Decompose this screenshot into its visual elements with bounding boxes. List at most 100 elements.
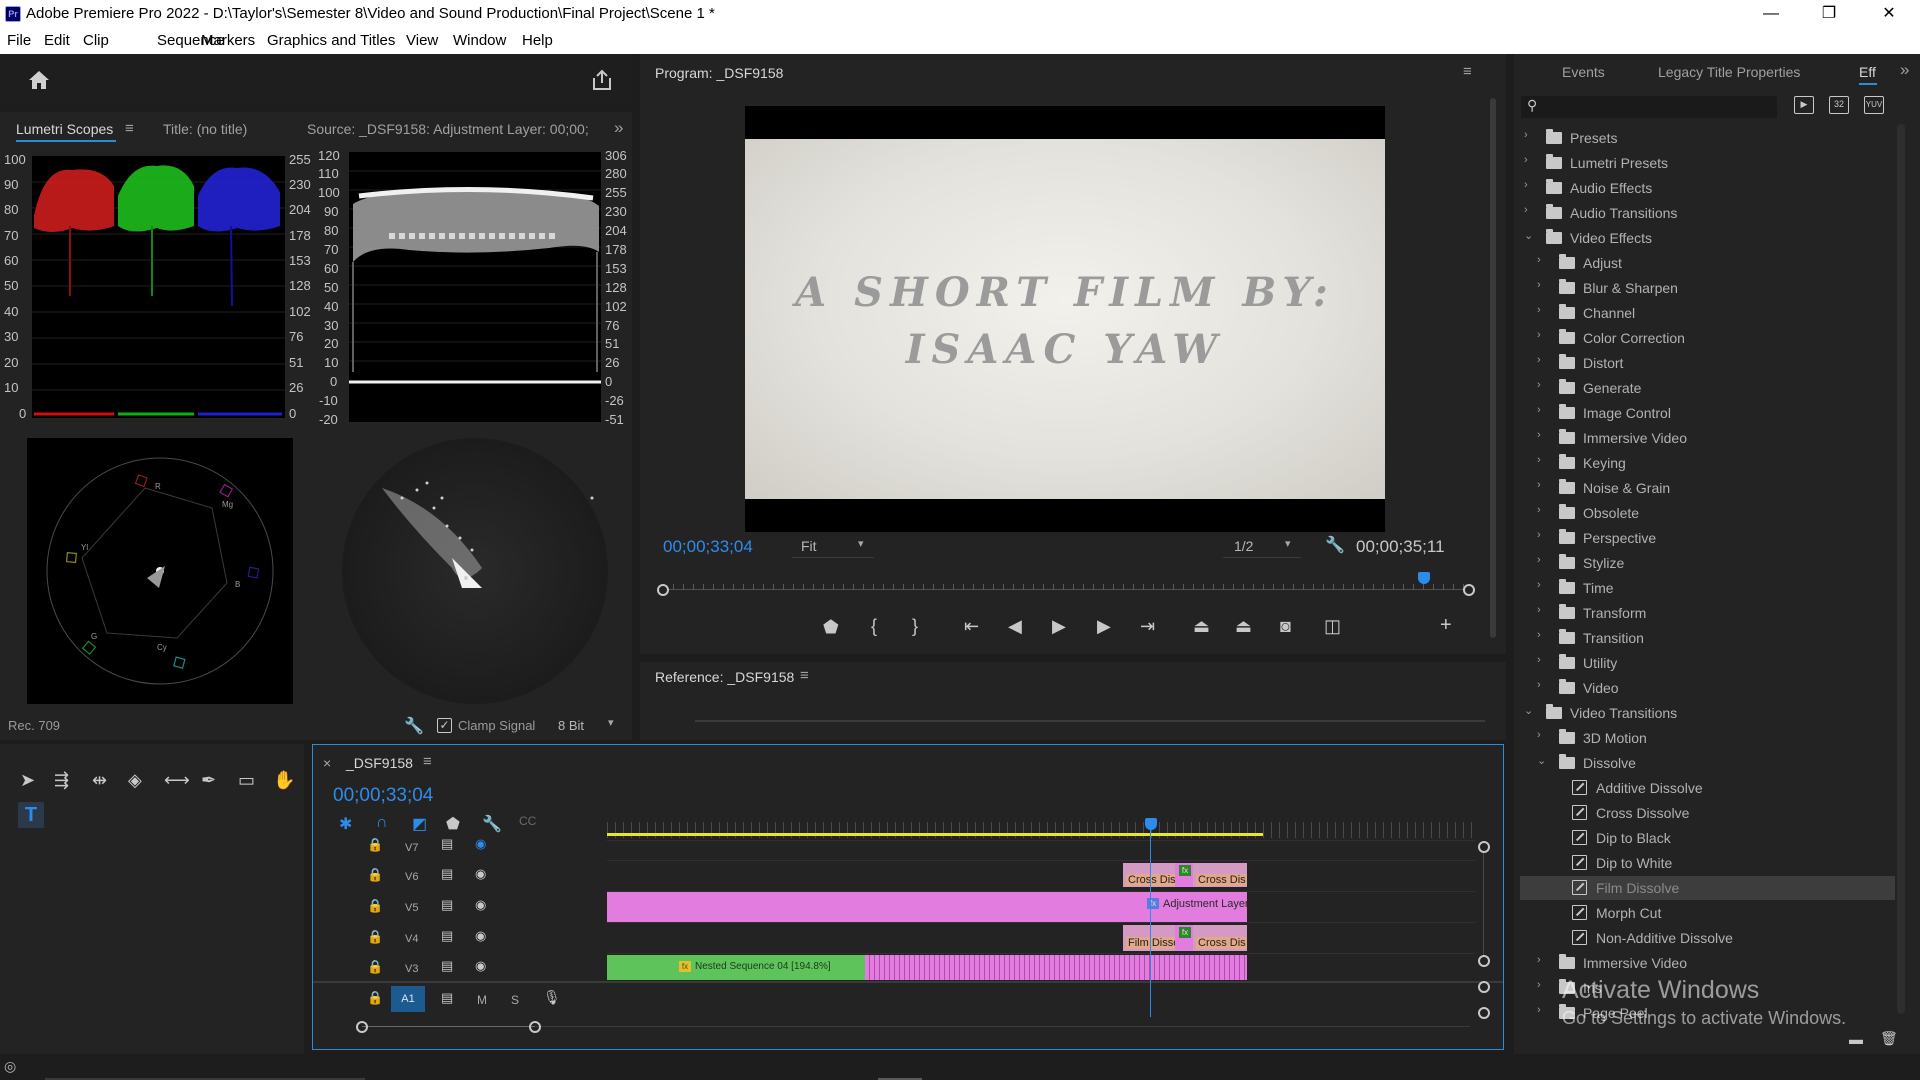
effects-tree-item[interactable]: › Obsolete (1520, 501, 1895, 525)
clip-nested-sequence-04[interactable]: fx Nested Sequence 04 [194.8%] (607, 955, 865, 980)
track-target-a1[interactable]: A1 (391, 986, 425, 1012)
lock-icon[interactable]: 🔒 (367, 929, 383, 945)
eye-icon[interactable]: ◉ (475, 928, 486, 944)
eye-icon[interactable]: ◉ (475, 958, 486, 974)
yuv-effects-icon[interactable]: YUV (1864, 96, 1884, 114)
chevron-right-icon[interactable]: › (1537, 504, 1541, 516)
effects-tree-item[interactable]: › Audio Transitions (1520, 201, 1895, 225)
effects-tree-item[interactable]: › Immersive Video (1520, 426, 1895, 450)
clip-v6-cross-dissolve-right[interactable]: Cross Dis (1193, 863, 1247, 887)
hand-tool-icon[interactable]: ✋ (273, 770, 295, 791)
effects-tree-item[interactable]: › Distort (1520, 351, 1895, 375)
effects-tree-item[interactable]: › Noise & Grain (1520, 476, 1895, 500)
tab-effects[interactable]: Eff (1859, 64, 1876, 80)
chevron-right-icon[interactable]: › (1537, 629, 1541, 641)
chevron-right-icon[interactable]: › (1537, 329, 1541, 341)
chevron-right-icon[interactable]: › (1537, 254, 1541, 266)
lock-icon[interactable]: 🔒 (367, 959, 383, 975)
reference-monitor-title[interactable]: Reference: _DSF9158 (655, 669, 794, 685)
chevron-right-icon[interactable]: › (1524, 204, 1528, 216)
clip-v6-cross-dissolve-left[interactable]: Cross Diss (1123, 863, 1175, 887)
wrench-icon[interactable]: 🔧 (1325, 535, 1345, 555)
search-text-field[interactable] (1545, 98, 1765, 113)
microphone-icon[interactable]: 🎙 (543, 989, 561, 1006)
chevron-down-icon[interactable]: ⌄ (1524, 704, 1533, 717)
effects-scrollbar[interactable] (1897, 124, 1905, 1014)
wrench-icon[interactable]: 🔧 (404, 716, 424, 736)
mark-in-icon[interactable]: { (871, 616, 877, 637)
effects-tree-item[interactable]: › Immersive Video (1520, 951, 1895, 975)
home-icon[interactable] (28, 70, 50, 90)
extract-icon[interactable]: ⏏ (1235, 616, 1252, 637)
go-to-out-icon[interactable]: ⇥ (1140, 616, 1155, 637)
menu-graphics-and-titles[interactable]: Graphics and Titles (267, 32, 395, 49)
effects-tree-item[interactable]: › 3D Motion (1520, 726, 1895, 750)
lock-icon[interactable]: 🔒 (367, 837, 383, 853)
nest-toggle-icon[interactable]: ✱ (339, 814, 352, 834)
tab-legacy-title-properties[interactable]: Legacy Title Properties (1658, 64, 1800, 80)
lock-icon[interactable]: 🔒 (367, 898, 383, 914)
chevron-right-icon[interactable]: › (1537, 729, 1541, 741)
clip-v3-segments[interactable] (865, 955, 1247, 980)
effects-tree-item[interactable]: › Generate (1520, 376, 1895, 400)
chevron-right-icon[interactable]: › (1537, 354, 1541, 366)
clip-v6-fx[interactable]: fx (1175, 863, 1193, 887)
fit-dropdown[interactable]: Fit ▾ (792, 536, 874, 558)
sync-lock-icon[interactable]: ▤ (441, 928, 453, 944)
captions-icon[interactable]: CC (519, 814, 536, 828)
menu-clip[interactable]: Clip (83, 32, 109, 49)
chevron-right-icon[interactable]: › (1537, 279, 1541, 291)
chevron-right-icon[interactable]: › (1537, 954, 1541, 966)
lift-icon[interactable]: ⏏ (1193, 616, 1210, 637)
chevron-right-icon[interactable]: › (1537, 604, 1541, 616)
horizontal-zoom-handle-left[interactable] (356, 1021, 368, 1033)
close-button[interactable]: ✕ (1866, 0, 1912, 28)
tab-source[interactable]: Source: _DSF9158: Adjustment Layer: 00;0… (307, 121, 589, 137)
new-bin-icon[interactable]: ▬ (1849, 1031, 1863, 1047)
scrub-start-handle[interactable] (657, 584, 669, 596)
effects-tree-item[interactable]: Dip to White (1520, 851, 1895, 875)
ripple-edit-tool-icon[interactable]: ⇹ (92, 770, 107, 791)
panel-menu-icon[interactable]: ≡ (800, 667, 809, 684)
sequence-tab[interactable]: _DSF9158 (346, 755, 413, 771)
effects-tree-item[interactable]: › Transition (1520, 626, 1895, 650)
effects-tree-item[interactable]: › Blur & Sharpen (1520, 276, 1895, 300)
effects-tree-item[interactable]: › Color Correction (1520, 326, 1895, 350)
sync-lock-icon[interactable]: ▤ (441, 958, 453, 974)
program-scrub-bar[interactable] (657, 572, 1475, 596)
work-area-bar[interactable] (607, 833, 1263, 836)
reference-scrub-bar[interactable] (695, 720, 1485, 722)
export-frame-camera-icon[interactable]: ◙ (1280, 616, 1291, 637)
timeline-timecode[interactable]: 00;00;33;04 (333, 785, 433, 807)
clip-v4-cross-dissolve-right[interactable]: Cross Dis (1193, 925, 1247, 951)
accelerated-effects-icon[interactable]: ▶ (1794, 96, 1814, 114)
track-select-tool-icon[interactable]: ⇶ (54, 770, 69, 791)
tab-lumetri-scopes[interactable]: Lumetri Scopes (16, 121, 113, 137)
rectangle-tool-icon[interactable]: ▭ (238, 770, 255, 791)
effects-tree-item[interactable]: ⌄ Dissolve (1520, 751, 1895, 775)
bit-depth-dropdown[interactable]: 8 Bit (558, 718, 584, 733)
chevron-right-icon[interactable]: › (1537, 679, 1541, 691)
play-icon[interactable]: ▶ (1052, 616, 1066, 637)
mark-out-icon[interactable]: } (912, 616, 918, 637)
chevron-right-icon[interactable]: › (1537, 1004, 1541, 1016)
program-playhead[interactable] (1418, 572, 1431, 584)
video-frame[interactable]: A SHORT FILM BY: ISAAC YAW (745, 106, 1385, 532)
menu-markers[interactable]: Markers (201, 32, 255, 49)
chevron-right-icon[interactable]: › (1537, 429, 1541, 441)
scrub-end-handle[interactable] (1463, 584, 1475, 596)
effects-tree-item[interactable]: Dip to Black (1520, 826, 1895, 850)
maximize-button[interactable]: ❐ (1806, 0, 1852, 28)
menu-edit[interactable]: Edit (44, 32, 70, 49)
slip-tool-icon[interactable]: ⟷ (164, 770, 190, 791)
chevron-right-icon[interactable]: › (1537, 979, 1541, 991)
chevron-right-icon[interactable]: › (1537, 479, 1541, 491)
effects-tree-item[interactable]: › Keying (1520, 451, 1895, 475)
effects-tree-item[interactable]: Cross Dissolve (1520, 801, 1895, 825)
chevron-right-icon[interactable]: › (1537, 579, 1541, 591)
chevron-right-icon[interactable]: › (1537, 304, 1541, 316)
chevron-down-icon[interactable]: ⌄ (1537, 754, 1546, 767)
menu-help[interactable]: Help (522, 32, 553, 49)
clip-v4-fx[interactable]: fx (1175, 925, 1193, 951)
resolution-dropdown[interactable]: 1/2 ▾ (1223, 536, 1301, 558)
